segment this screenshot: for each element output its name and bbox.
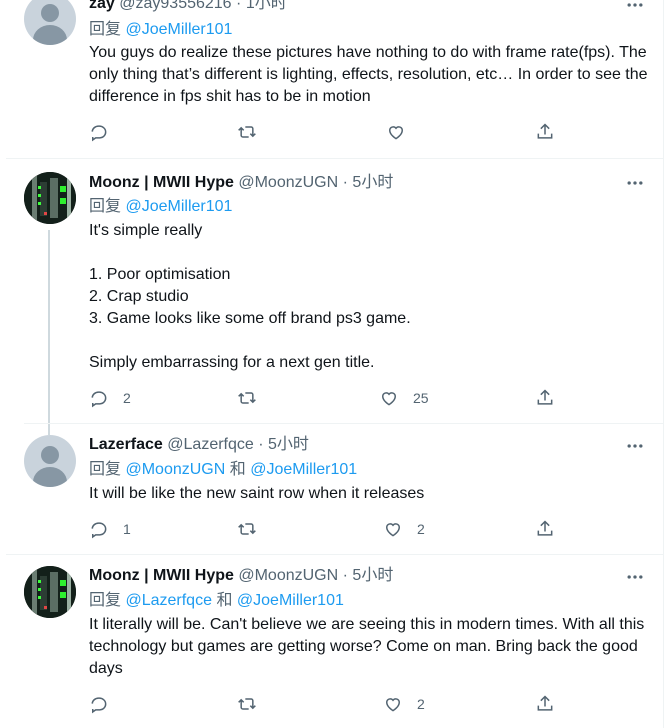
tweet-text: It literally will be. Can't believe we a… [89, 616, 645, 677]
retweet-icon [238, 523, 256, 535]
reply-count: 2 [123, 390, 131, 406]
share-icon [537, 389, 553, 405]
retweet-button[interactable] [237, 387, 271, 409]
reply-button[interactable] [89, 121, 123, 143]
avatar[interactable] [24, 172, 76, 224]
like-button[interactable]: 25 [379, 387, 429, 409]
tweet[interactable]: Moonz | MWII Hype @MoonzUGN · 5小时 回复 @Jo… [0, 159, 663, 435]
tweet-header: Moonz | MWII Hype @MoonzUGN · 5小时 [89, 173, 393, 193]
reply-context: 回复 @JoeMiller101 [89, 197, 232, 217]
separator-dot: · [342, 567, 348, 584]
reply-context: 回复 @MoonzUGN 和 @JoeMiller101 [89, 460, 357, 480]
share-icon [537, 123, 553, 139]
reply-prefix: 回复 [89, 592, 122, 609]
mention-link[interactable]: @MoonzUGN [125, 461, 225, 478]
share-button[interactable] [535, 121, 555, 143]
tweet-actions: 1 2 [89, 518, 569, 540]
tweet[interactable]: Lazerface @Lazerfqce · 5小时 回复 @MoonzUGN … [0, 424, 663, 554]
tweet-header: Moonz | MWII Hype @MoonzUGN · 5小时 [89, 566, 393, 586]
separator-dot: · [258, 436, 264, 453]
thread-line [48, 230, 50, 435]
tweet-header: Lazerface @Lazerfqce · 5小时 [89, 435, 309, 455]
avatar[interactable] [24, 566, 76, 618]
mention-link[interactable]: @JoeMiller101 [237, 592, 344, 609]
retweet-button[interactable] [237, 518, 271, 540]
like-icon [388, 126, 404, 140]
like-icon [385, 698, 401, 712]
retweet-icon [238, 392, 256, 404]
avatar-image [24, 566, 76, 618]
retweet-button[interactable] [237, 121, 271, 143]
reply-prefix: 回复 [89, 461, 122, 478]
mention-link[interactable]: @JoeMiller101 [125, 198, 232, 215]
share-button[interactable] [535, 518, 555, 540]
like-count: 2 [417, 696, 425, 712]
like-button[interactable] [386, 121, 420, 143]
reply-prefix: 回复 [89, 198, 122, 215]
reply-button[interactable]: 1 [89, 518, 131, 540]
more-icon[interactable] [625, 436, 645, 456]
tweet-text: You guys do realize these pictures have … [89, 44, 648, 105]
reply-prefix: 回复 [89, 21, 122, 38]
user-handle[interactable]: @MoonzUGN [238, 174, 338, 191]
reply-icon [91, 125, 107, 142]
timeline-border [663, 0, 664, 728]
reply-button[interactable]: 2 [89, 387, 131, 409]
reply-button[interactable] [89, 693, 123, 715]
share-icon [537, 520, 553, 536]
user-handle[interactable]: @zay93556216 [119, 0, 231, 12]
retweet-icon [238, 126, 256, 138]
more-icon[interactable] [625, 567, 645, 587]
display-name[interactable]: zay [89, 0, 115, 12]
display-name[interactable]: Moonz | MWII Hype [89, 174, 234, 191]
user-handle[interactable]: @MoonzUGN [238, 567, 338, 584]
like-icon [385, 523, 401, 537]
like-count: 25 [413, 390, 429, 406]
tweet-actions: 2 25 [89, 387, 569, 409]
tweet[interactable]: zay @zay93556216 · 1小时 回复 @JoeMiller101 … [0, 0, 663, 158]
mention-link[interactable]: @JoeMiller101 [250, 461, 357, 478]
like-button[interactable]: 2 [383, 693, 425, 715]
reply-count: 1 [123, 521, 131, 537]
display-name[interactable]: Lazerface [89, 436, 163, 453]
like-icon [381, 392, 397, 406]
tweet-actions: 2 [89, 693, 569, 715]
reply-context: 回复 @JoeMiller101 [89, 20, 232, 40]
reply-icon [91, 391, 107, 408]
like-button[interactable]: 2 [383, 518, 425, 540]
user-handle[interactable]: @Lazerfqce [167, 436, 254, 453]
retweet-icon [238, 698, 256, 710]
tweet-time[interactable]: 5小时 [352, 567, 393, 584]
more-icon[interactable] [625, 0, 645, 15]
separator-dot: · [342, 174, 348, 191]
mention-joiner: 和 [229, 461, 246, 478]
tweet[interactable]: Moonz | MWII Hype @MoonzUGN · 5小时 回复 @La… [0, 555, 663, 728]
tweet-time[interactable]: 5小时 [268, 436, 309, 453]
avatar[interactable] [24, 435, 76, 487]
reply-context: 回复 @Lazerfqce 和 @JoeMiller101 [89, 591, 344, 611]
like-count: 2 [417, 521, 425, 537]
share-button[interactable] [535, 387, 555, 409]
mention-link[interactable]: @JoeMiller101 [125, 21, 232, 38]
mention-link[interactable]: @Lazerfqce [125, 592, 212, 609]
retweet-button[interactable] [237, 693, 271, 715]
tweet-text: It's simple really 1. Poor optimisation … [89, 222, 411, 371]
tweet-text: It will be like the new saint row when i… [89, 485, 425, 502]
display-name[interactable]: Moonz | MWII Hype [89, 567, 234, 584]
tweet-actions [89, 121, 569, 143]
separator-dot: · [236, 0, 242, 12]
tweet-time[interactable]: 1小时 [246, 0, 287, 12]
share-icon [537, 695, 553, 711]
reply-icon [91, 522, 107, 539]
avatar[interactable] [24, 0, 76, 45]
reply-icon [91, 697, 107, 714]
tweet-header: zay @zay93556216 · 1小时 [89, 0, 287, 14]
share-button[interactable] [535, 693, 555, 715]
mention-joiner: 和 [216, 592, 233, 609]
tweet-time[interactable]: 5小时 [352, 174, 393, 191]
more-icon[interactable] [625, 173, 645, 193]
avatar-image [24, 172, 76, 224]
